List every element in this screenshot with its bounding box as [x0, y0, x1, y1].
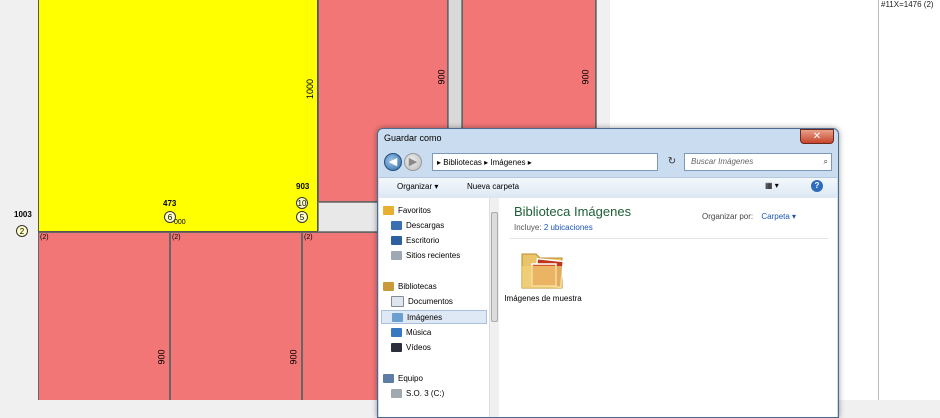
- node-marker[interactable]: 10: [296, 197, 308, 209]
- canvas-margin: [0, 0, 38, 400]
- libraries-icon: [383, 282, 394, 292]
- sidebar-item-equipo[interactable]: Equipo: [383, 372, 485, 386]
- dim-label: 1000: [305, 78, 316, 100]
- music-icon: [391, 328, 402, 338]
- scrollbar-thumb[interactable]: [491, 212, 498, 322]
- panel-count: (2): [304, 234, 313, 241]
- dim-label: 900: [156, 349, 167, 365]
- sidebar-label: Sitios recientes: [406, 251, 461, 260]
- refresh-icon[interactable]: ↻: [664, 153, 680, 171]
- navigation-bar: ◀ ▶ ▸ Bibliotecas ▸ Imágenes ▸ ↻ Buscar …: [382, 151, 834, 175]
- sidebar-label: Documentos: [408, 297, 453, 306]
- sidebar-label: Vídeos: [406, 343, 431, 352]
- search-input[interactable]: Buscar Imágenes ⌕: [684, 153, 832, 171]
- help-icon[interactable]: ?: [811, 180, 823, 192]
- sidebar-item-drive-c[interactable]: S.O. 3 (C:): [383, 387, 493, 401]
- desktop-icon: [391, 236, 402, 246]
- dim-label: 900: [436, 69, 447, 85]
- navigation-pane: Favoritos Descargas Escritorio Sitios re…: [379, 198, 493, 417]
- sidebar-label: S.O. 3 (C:): [406, 389, 445, 398]
- panel-bottom-3[interactable]: [302, 232, 382, 400]
- node-marker[interactable]: 2: [16, 225, 28, 237]
- properties-text: #11X=1476 (2): [881, 0, 934, 9]
- panel-bottom-1[interactable]: [38, 232, 170, 400]
- address-bar[interactable]: ▸ Bibliotecas ▸ Imágenes ▸: [432, 153, 658, 171]
- new-folder-button[interactable]: Nueva carpeta: [467, 182, 519, 191]
- search-icon: ⌕: [823, 157, 828, 166]
- videos-icon: [391, 343, 402, 353]
- sidebar-scrollbar[interactable]: [489, 198, 499, 417]
- sidebar-item-recientes[interactable]: Sitios recientes: [383, 249, 493, 263]
- gap-box: [318, 202, 378, 232]
- sidebar-label: Bibliotecas: [398, 282, 437, 291]
- dim-label: 900: [580, 69, 591, 85]
- sidebar-label: Equipo: [398, 374, 423, 383]
- coord-label: 000: [174, 219, 186, 226]
- sidebar-item-documentos[interactable]: Documentos: [383, 295, 493, 309]
- sidebar-label: Descargas: [406, 221, 445, 230]
- save-as-dialog: Guardar como ✕ ◀ ▶ ▸ Bibliotecas ▸ Imáge…: [377, 128, 839, 418]
- sidebar-label: Imágenes: [407, 313, 443, 322]
- arrange-by: Organizar por: Carpeta ▾: [702, 212, 796, 221]
- dim-label: 900: [288, 349, 299, 365]
- divider: [510, 238, 828, 239]
- selected-panel[interactable]: [38, 0, 318, 232]
- coord-label: 473: [163, 199, 177, 208]
- includes-link[interactable]: 2 ubicaciones: [544, 223, 593, 232]
- sidebar-item-bibliotecas[interactable]: Bibliotecas: [383, 280, 485, 294]
- forward-button[interactable]: ▶: [404, 153, 422, 171]
- coord-label: 1003: [14, 210, 32, 219]
- includes-label: Incluye:: [514, 223, 542, 232]
- sidebar-item-escritorio[interactable]: Escritorio: [383, 234, 493, 248]
- organize-button[interactable]: Organizar ▾: [397, 182, 438, 191]
- sidebar-label: Favoritos: [398, 206, 431, 215]
- pictures-icon: [392, 313, 403, 323]
- dialog-title: Guardar como: [384, 133, 442, 143]
- folder-icon[interactable]: [520, 246, 566, 292]
- drive-icon: [391, 389, 402, 399]
- search-placeholder: Buscar Imágenes: [691, 157, 754, 166]
- back-button[interactable]: ◀: [384, 153, 402, 171]
- node-marker[interactable]: 6: [164, 211, 176, 223]
- folder-name: Imágenes de muestra: [504, 294, 582, 303]
- download-icon: [391, 221, 402, 231]
- panel-bottom-2[interactable]: [170, 232, 302, 400]
- node-marker[interactable]: 5: [296, 211, 308, 223]
- sidebar-item-videos[interactable]: Vídeos: [383, 341, 493, 355]
- panel-count: (2): [40, 234, 49, 241]
- recent-places-icon: [391, 251, 402, 261]
- properties-pane: #11X=1476 (2): [878, 0, 940, 400]
- sidebar-item-imagenes[interactable]: Imágenes: [381, 310, 487, 324]
- coord-label: 903: [296, 182, 310, 191]
- documents-icon: [391, 296, 404, 308]
- panel-count: (2): [172, 234, 181, 241]
- close-button[interactable]: ✕: [800, 129, 834, 144]
- computer-icon: [383, 374, 394, 384]
- toolbar: Organizar ▾ Nueva carpeta ▦ ▾ ?: [379, 177, 837, 199]
- view-options-icon[interactable]: ▦ ▾: [765, 181, 779, 190]
- sidebar-item-musica[interactable]: Música: [383, 326, 493, 340]
- star-icon: [383, 206, 394, 216]
- arrange-by-label: Organizar por:: [702, 212, 754, 221]
- sidebar-label: Escritorio: [406, 236, 440, 245]
- library-includes: Incluye: 2 ubicaciones: [514, 223, 593, 232]
- arrange-by-dropdown[interactable]: Carpeta ▾: [761, 212, 796, 221]
- file-list: Biblioteca Imágenes Incluye: 2 ubicacion…: [500, 198, 835, 417]
- library-title: Biblioteca Imágenes: [514, 204, 632, 219]
- sidebar-item-favoritos[interactable]: Favoritos: [383, 204, 485, 218]
- dialog-body: Favoritos Descargas Escritorio Sitios re…: [379, 198, 837, 417]
- sidebar-label: Música: [406, 328, 432, 337]
- sidebar-item-descargas[interactable]: Descargas: [383, 219, 493, 233]
